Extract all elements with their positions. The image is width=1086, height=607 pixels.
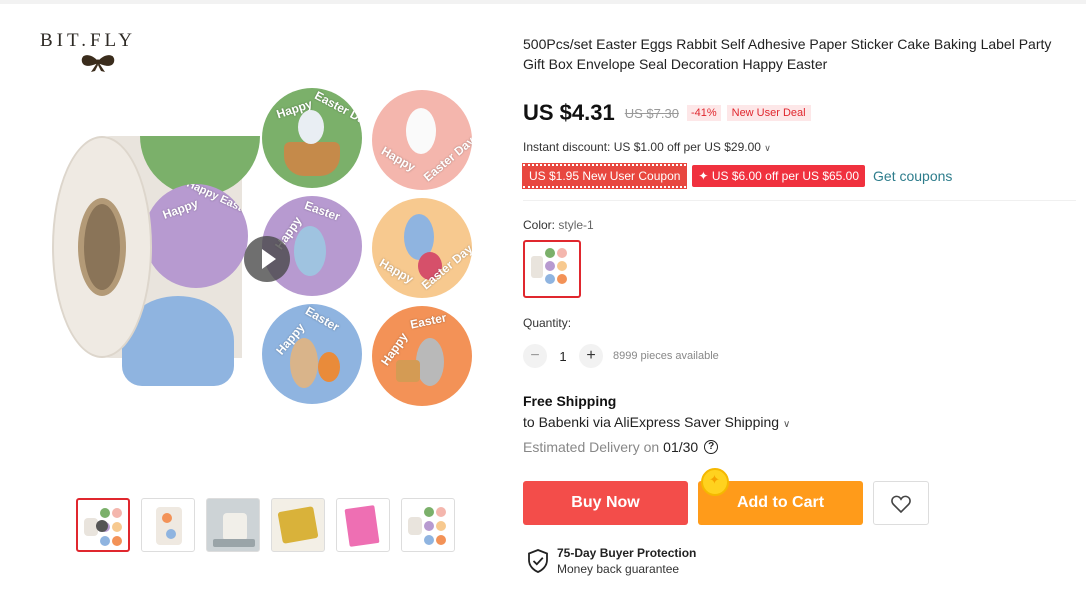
protection-title: 75-Day Buyer Protection: [557, 546, 697, 560]
top-divider: [0, 0, 1086, 4]
logo-text: BIT.FLY: [40, 30, 136, 51]
current-price: US $4.31: [523, 100, 615, 125]
increase-quantity-button[interactable]: +: [579, 344, 603, 368]
store-logo[interactable]: BIT.FLY: [40, 30, 160, 72]
store-coupon-label: US $6.00 off per US $65.00: [711, 169, 860, 183]
instant-discount[interactable]: Instant discount: US $1.00 off per US $2…: [523, 140, 771, 154]
sticker-blue: Happy Easter: [262, 304, 362, 404]
product-title: 500Pcs/set Easter Eggs Rabbit Self Adhes…: [523, 36, 1052, 72]
shipping-method[interactable]: to Babenki via AliExpress Saver Shipping…: [523, 414, 790, 430]
color-label-text: Color:: [523, 218, 556, 232]
shipping-method-text: to Babenki via AliExpress Saver Shipping: [523, 414, 780, 430]
thumbnail-6[interactable]: [401, 498, 455, 552]
quantity-value[interactable]: 1: [547, 349, 579, 364]
minus-icon: −: [530, 347, 540, 364]
coupon-star-icon: ✦: [698, 169, 712, 183]
new-user-coupon[interactable]: US $1.95 New User Coupon: [521, 163, 688, 189]
original-price: US $7.30: [624, 105, 679, 121]
eta-date: 01/30: [663, 439, 699, 455]
buy-now-button[interactable]: Buy Now: [523, 481, 688, 525]
new-user-deal-badge: New User Deal: [726, 105, 811, 121]
stock-available: 8999 pieces available: [613, 350, 719, 362]
plus-icon: +: [586, 347, 596, 364]
thumbnail-3[interactable]: [206, 498, 260, 552]
thumbnail-2[interactable]: [141, 498, 195, 552]
protection-subtitle: Money back guarantee: [557, 562, 680, 576]
color-value: style-1: [558, 218, 594, 232]
sticker-orange: Happy Easter: [372, 306, 472, 406]
discount-badge: -41%: [686, 105, 721, 121]
color-swatch-style-1[interactable]: [523, 240, 581, 298]
sticker-orange-light: Happy Easter Day: [372, 198, 472, 298]
chevron-down-icon: ∨: [782, 419, 791, 430]
wishlist-button[interactable]: [873, 481, 929, 525]
heart-icon: [891, 495, 911, 514]
sticker-green: Happy Easter Day: [262, 88, 362, 188]
sticker-roll: Happy Happy Easter: [52, 136, 260, 386]
bow-icon: [81, 55, 115, 72]
play-video-button[interactable]: [244, 236, 290, 282]
chevron-down-icon: ∨: [764, 143, 771, 153]
help-icon[interactable]: ?: [704, 440, 719, 454]
store-coupon[interactable]: ✦ US $6.00 off per US $65.00: [692, 165, 866, 187]
get-coupons-link[interactable]: Get coupons: [873, 168, 952, 184]
thumbnail-1[interactable]: [76, 498, 130, 552]
color-label: Color: style-1: [523, 218, 594, 232]
thumbnail-strip: [76, 498, 455, 552]
decrease-quantity-button[interactable]: −: [523, 344, 547, 368]
product-main-image[interactable]: Happy Happy Easter Happy Easter Day Happ…: [48, 84, 478, 414]
thumbnail-5[interactable]: [336, 498, 390, 552]
quantity-stepper: − 1 + 8999 pieces available: [523, 344, 719, 368]
estimated-delivery: Estimated Delivery on 01/30 ?: [523, 439, 719, 455]
price-row: US $4.31 US $7.30 -41% New User Deal: [523, 100, 811, 126]
quantity-label: Quantity:: [523, 316, 572, 330]
coin-icon: [701, 468, 729, 496]
eta-label: Estimated Delivery on: [523, 439, 660, 455]
section-divider: [523, 200, 1076, 201]
thumbnail-4[interactable]: [271, 498, 325, 552]
buyer-protection[interactable]: 75-Day Buyer Protection Money back guara…: [527, 546, 696, 576]
shield-check-icon: [528, 549, 548, 573]
coupon-row: US $1.95 New User Coupon ✦ US $6.00 off …: [521, 163, 952, 189]
sticker-pink: Happy Easter Day: [372, 90, 472, 190]
shipping-title: Free Shipping: [523, 393, 617, 409]
instant-discount-text: Instant discount: US $1.00 off per US $2…: [523, 140, 761, 154]
